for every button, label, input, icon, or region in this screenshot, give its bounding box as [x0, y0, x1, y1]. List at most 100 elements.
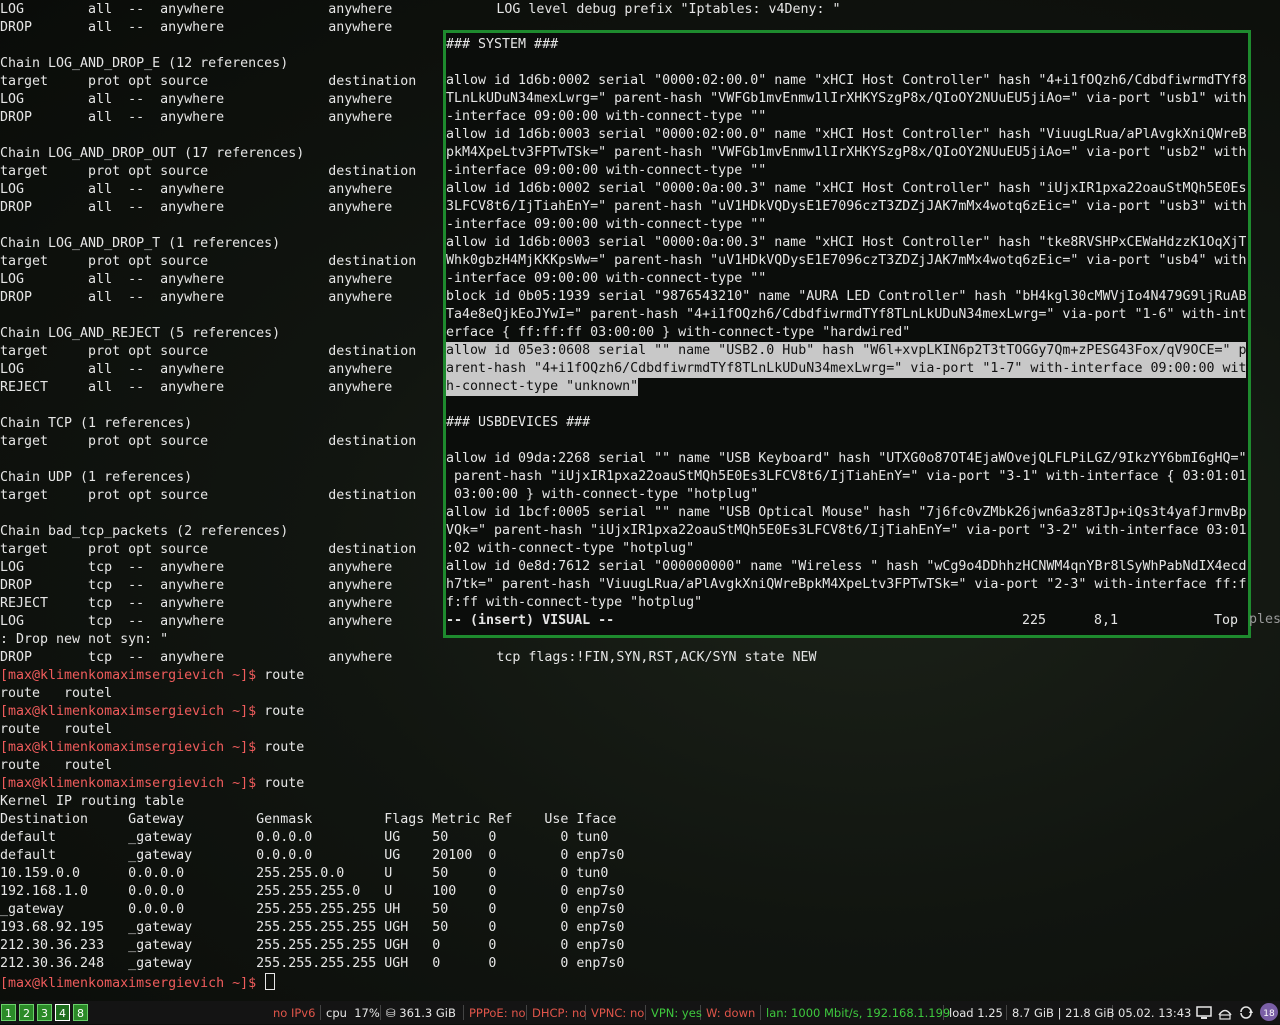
vim-text-line[interactable]: f:ff with-connect-type "hotplug" — [446, 594, 1246, 612]
terminal-output-line: Chain LOG_AND_DROP_T (1 references) — [0, 236, 281, 251]
vim-text-line[interactable]: allow id 1d6b:0002 serial "0000:02:00.0"… — [446, 72, 1246, 90]
terminal-output-line: 10.159.0.0 0.0.0.0 255.255.0.0 U 50 0 0 … — [0, 866, 609, 881]
vim-text-line[interactable]: -interface 09:00:00 with-connect-type "" — [446, 270, 1246, 288]
status-item: DHCP: no — [532, 1006, 587, 1020]
notification-badge-icon[interactable]: 18 — [1260, 1003, 1278, 1021]
vim-text-line[interactable]: allow id 1d6b:0003 serial "0000:02:00.0"… — [446, 126, 1246, 144]
vim-text-line[interactable]: h7tk=" parent-hash "ViuugLRua/aPlAvgkXni… — [446, 576, 1246, 594]
vim-status-line: -- (insert) VISUAL -- 225 8,1 Top — [446, 612, 1246, 630]
terminal-output-line: LOG all -- anywhere anywhere — [0, 92, 393, 107]
vim-text-line[interactable]: ### USBDEVICES ### — [446, 414, 1246, 432]
vim-text-line[interactable]: allow id 0e8d:7612 serial "000000000" na… — [446, 558, 1246, 576]
shell-command: route — [256, 704, 305, 719]
terminal-output-line: Chain TCP (1 references) — [0, 416, 193, 431]
shell-prompt-line: [max@klimenkomaximsergievich ~]$ route — [0, 739, 304, 757]
vim-popup-window[interactable]: -- (insert) VISUAL -- 225 8,1 Top ### SY… — [443, 30, 1251, 638]
terminal-output-line: 192.168.1.0 0.0.0.0 255.255.255.0 U 100 … — [0, 884, 625, 899]
terminal-output-line: Chain LOG_AND_DROP_E (12 references) — [0, 56, 289, 71]
vim-text-line[interactable]: -interface 09:00:00 with-connect-type "" — [446, 162, 1246, 180]
vim-text-line[interactable]: erface { ff:ff:ff 03:00:00 } with-connec… — [446, 324, 1246, 342]
terminal-output-line: Chain bad_tcp_packets (2 references) — [0, 524, 289, 539]
vim-text-line[interactable]: :02 with-connect-type "hotplug" — [446, 540, 1246, 558]
status-item: load 1.25 — [949, 1006, 1003, 1020]
status-item: ⛁ 361.3 GiB — [386, 1006, 456, 1020]
shell-prompt-line: [max@klimenkomaximsergievich ~]$ route — [0, 775, 304, 793]
workspace-button-1[interactable]: 1 — [1, 1004, 16, 1021]
terminal-output-line: route routel — [0, 722, 113, 737]
shell-command: route — [256, 668, 305, 683]
workspace-button-3[interactable]: 3 — [37, 1004, 52, 1021]
shell-command: route — [256, 740, 305, 755]
vim-selected-line[interactable]: allow id 05e3:0608 serial "" name "USB2.… — [446, 342, 1246, 360]
shell-command: route — [256, 776, 305, 791]
terminal-output-line: route routel — [0, 758, 113, 773]
terminal-output-line: DROP all -- anywhere anywhere — [0, 20, 393, 35]
vim-text-line[interactable]: allow id 09da:2268 serial "" name "USB K… — [446, 450, 1246, 468]
shell-prompt-line: [max@klimenkomaximsergievich ~]$ route — [0, 667, 304, 685]
terminal-cursor[interactable] — [265, 973, 276, 990]
vim-mode-indicator: -- (insert) VISUAL -- — [446, 613, 615, 628]
status-item: PPPoE: no — [469, 1006, 526, 1020]
vim-selected-line[interactable]: h-connect-type "unknown" — [446, 378, 639, 396]
shell-command — [256, 976, 264, 991]
terminal-output-line: _gateway 0.0.0.0 255.255.255.255 UH 50 0… — [0, 902, 625, 917]
window-icon[interactable] — [1196, 1005, 1212, 1020]
vim-line-count: 225 — [1022, 613, 1047, 628]
sync-icon[interactable] — [1238, 1005, 1254, 1020]
terminal-output-line: DROP all -- anywhere anywhere — [0, 200, 393, 215]
terminal-output-line: LOG all -- anywhere anywhere — [0, 362, 393, 377]
status-item: VPN: yes — [651, 1006, 702, 1020]
terminal-output-line: 212.30.36.233 _gateway 255.255.255.255 U… — [0, 938, 625, 953]
vim-scroll-position: Top — [1214, 613, 1239, 628]
status-item: no IPv6 — [273, 1006, 316, 1020]
vim-text-line[interactable]: block id 0b05:1939 serial "9876543210" n… — [446, 288, 1246, 306]
overflow-text-fragment: ples — [1249, 612, 1280, 627]
vim-text-line[interactable]: allow id 1bcf:0005 serial "" name "USB O… — [446, 504, 1246, 522]
terminal-output-line: LOG tcp -- anywhere anywhere — [0, 560, 393, 575]
terminal-output-line: LOG tcp -- anywhere anywhere — [0, 614, 393, 629]
terminal-output-line: Chain LOG_AND_REJECT (5 references) — [0, 326, 281, 341]
vim-text-line[interactable]: allow id 1d6b:0003 serial "0000:0a:00.3"… — [446, 234, 1246, 252]
vim-text-line[interactable]: Whk0gbzH4MjKKKpsWw=" parent-hash "uV1HDk… — [446, 252, 1246, 270]
status-separator — [760, 1005, 761, 1020]
vim-cursor-position: 8,1 — [1094, 613, 1119, 628]
terminal-output-line: route routel — [0, 686, 113, 701]
status-separator — [645, 1005, 646, 1020]
vim-text-line[interactable]: -interface 09:00:00 with-connect-type "" — [446, 216, 1246, 234]
vim-text-line[interactable]: ### SYSTEM ### — [446, 36, 1246, 54]
shell-prompt: [max@klimenkomaximsergievich ~]$ — [0, 704, 257, 719]
status-item: 8.7 GiB | 21.8 GiB — [1012, 1006, 1115, 1020]
shell-prompt-line: [max@klimenkomaximsergievich ~]$ route — [0, 703, 304, 721]
i3-status-bar: 18 1 2 3 4 8 no IPv6 cpu 17% ⛁ 361.3 GiB PPPoE: … — [0, 1001, 1280, 1024]
status-item: cpu 17% — [326, 1006, 380, 1020]
workspace-button-2[interactable]: 2 — [19, 1004, 34, 1021]
vim-text-line[interactable]: allow id 1d6b:0002 serial "0000:0a:00.3"… — [446, 180, 1246, 198]
vim-text-line[interactable]: parent-hash "iUjxIR1pxa22oauStMQh5E0Es3L… — [446, 468, 1246, 486]
status-item: VPNC: no — [591, 1006, 645, 1020]
network-icon[interactable] — [1217, 1005, 1233, 1020]
shell-prompt: [max@klimenkomaximsergievich ~]$ — [0, 740, 257, 755]
vim-text-line[interactable]: VQk=" parent-hash "iUjxIR1pxa22oauStMQh5… — [446, 522, 1246, 540]
terminal-output-line: DROP all -- anywhere anywhere — [0, 110, 393, 125]
terminal-output-line: target prot opt source destination — [0, 74, 417, 89]
vim-selected-line[interactable]: arent-hash "4+i1fOQzh6/CdbdfiwrmdTYf8TLn… — [446, 360, 1246, 378]
status-item: lan: 1000 Mbit/s, 192.168.1.199 — [766, 1006, 951, 1020]
shell-prompt: [max@klimenkomaximsergievich ~]$ — [0, 776, 257, 791]
terminal-output-line: REJECT tcp -- anywhere anywhere — [0, 596, 393, 611]
workspace-button-4[interactable]: 4 — [55, 1004, 70, 1021]
terminal-output-line: : Drop new not syn: " — [0, 632, 169, 647]
vim-text-line[interactable]: -interface 09:00:00 with-connect-type "" — [446, 108, 1246, 126]
terminal-output-line: LOG all -- anywhere anywhere LOG level d… — [0, 2, 841, 17]
shell-prompt-line: [max@klimenkomaximsergievich ~]$ — [0, 973, 276, 991]
status-separator — [320, 1005, 321, 1020]
vim-text-line[interactable]: 03:00:00 } with-connect-type "hotplug" — [446, 486, 1246, 504]
terminal-output-line: default _gateway 0.0.0.0 UG 20100 0 0 en… — [0, 848, 625, 863]
vim-text-line[interactable]: Ta4e8eQjkEoJYwI=" parent-hash "4+i1fOQzh… — [446, 306, 1246, 324]
vim-text-line[interactable]: pkM4XpeLtv3FPTwTSk=" parent-hash "VWFGb1… — [446, 144, 1246, 162]
terminal-output-line: Destination Gateway Genmask Flags Metric… — [0, 812, 617, 827]
vim-text-line[interactable]: 3LFCV8t6/IjTiahEnY=" parent-hash "uV1HDk… — [446, 198, 1246, 216]
workspace-button-8[interactable]: 8 — [73, 1004, 88, 1021]
shell-prompt: [max@klimenkomaximsergievich ~]$ — [0, 668, 257, 683]
vim-text-line[interactable]: TLnLkUDuN34mexLwrg=" parent-hash "VWFGb1… — [446, 90, 1246, 108]
terminal-output-line: Kernel IP routing table — [0, 794, 185, 809]
